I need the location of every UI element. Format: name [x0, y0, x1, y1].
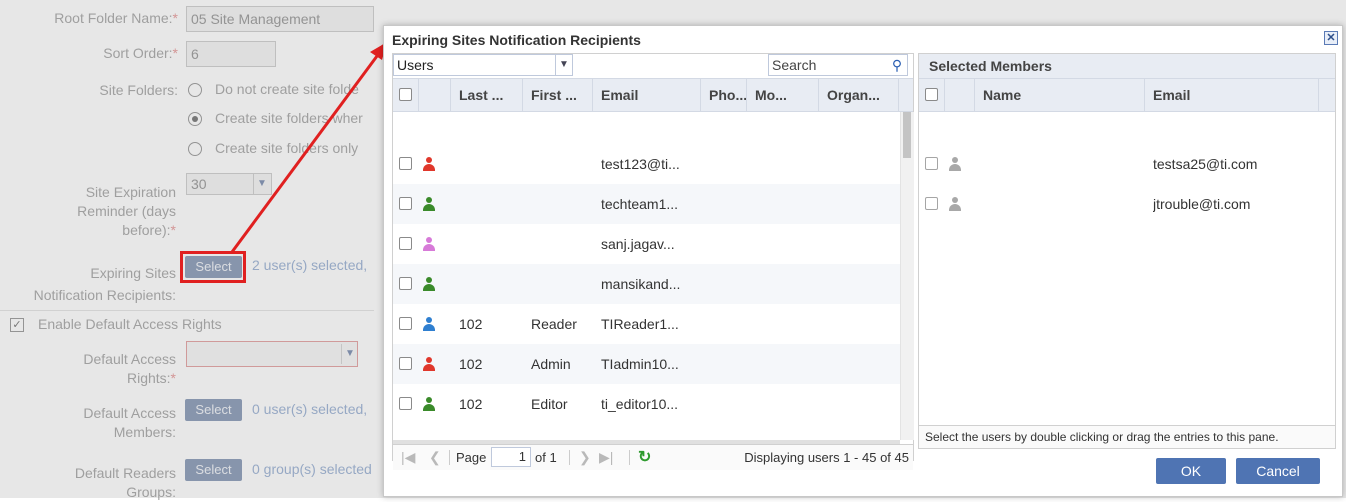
selected-members-pane: Selected Members Name Email testsa25@ti.…: [918, 53, 1336, 448]
search-icon[interactable]: ⚲: [889, 56, 905, 74]
cell-last-name: 102: [459, 356, 483, 372]
cell-first-name: Editor: [531, 396, 568, 412]
cell-first-name: Admin: [531, 356, 571, 372]
next-page-icon[interactable]: ❯: [579, 449, 591, 466]
row-checkbox[interactable]: [399, 237, 412, 250]
column-organization[interactable]: Organ...: [819, 79, 899, 111]
cell-email: jtrouble@ti.com: [1153, 196, 1251, 212]
scrollbar-thumb[interactable]: [903, 112, 911, 158]
column-first-name[interactable]: First ...: [523, 79, 593, 111]
users-pane: Users ▼ Search ⚲ Last ... First ... Emai…: [392, 53, 914, 470]
chevron-down-icon: ▼: [555, 55, 572, 75]
column-last-name[interactable]: Last ...: [451, 79, 523, 111]
selected-members-title: Selected Members: [919, 54, 1335, 78]
close-icon[interactable]: ✕: [1324, 31, 1338, 45]
vertical-scrollbar[interactable]: [900, 112, 914, 440]
pager-toolbar: |◀ ❮ Page 1 of 1 ❯ ▶| ↻ Displaying users…: [393, 444, 913, 470]
users-grid-header: Last ... First ... Email Pho... Mo... Or…: [393, 78, 913, 112]
table-row[interactable]: 102 Admin TIadmin10...: [393, 344, 900, 384]
page-of-label: of 1: [535, 450, 557, 465]
divider: [569, 450, 570, 465]
users-toolbar: Users ▼ Search ⚲: [393, 54, 913, 78]
ok-button[interactable]: OK: [1156, 458, 1226, 484]
cancel-button[interactable]: Cancel: [1236, 458, 1320, 484]
selected-row[interactable]: testsa25@ti.com: [919, 144, 1335, 184]
row-checkbox[interactable]: [399, 277, 412, 290]
row-checkbox[interactable]: [925, 157, 938, 170]
header-checkbox-cell: [919, 79, 945, 111]
table-row[interactable]: mansikand...: [393, 264, 900, 304]
user-icon: [423, 157, 435, 171]
column-email[interactable]: Email: [593, 79, 701, 111]
recipients-dialog: Expiring Sites Notification Recipients ✕…: [383, 25, 1343, 497]
column-email[interactable]: Email: [1145, 79, 1319, 111]
page-label: Page: [456, 450, 487, 465]
cell-email: mansikand...: [601, 276, 681, 292]
user-icon: [423, 237, 435, 251]
prev-page-icon[interactable]: ❮: [429, 449, 441, 466]
search-input[interactable]: Search ⚲: [768, 54, 908, 76]
select-all-checkbox[interactable]: [399, 88, 412, 101]
cell-email: TIReader1...: [601, 316, 679, 332]
cell-email: sanj.jagav...: [601, 236, 675, 252]
row-checkbox[interactable]: [399, 317, 412, 330]
header-checkbox-cell: [393, 79, 419, 111]
row-checkbox[interactable]: [925, 197, 938, 210]
user-icon: [423, 397, 435, 411]
select-all-selected-checkbox[interactable]: [925, 88, 938, 101]
table-row[interactable]: test123@ti...: [393, 144, 900, 184]
cell-first-name: Reader: [531, 316, 577, 332]
header-icon-cell: [419, 79, 451, 111]
divider: [449, 450, 450, 465]
cell-email: TIadmin10...: [601, 356, 679, 372]
selected-row[interactable]: jtrouble@ti.com: [919, 184, 1335, 224]
user-icon: [423, 277, 435, 291]
table-row[interactable]: techteam1...: [393, 184, 900, 224]
table-row[interactable]: 102 Reader TIReader1...: [393, 304, 900, 344]
cell-email: testsa25@ti.com: [1153, 156, 1258, 172]
selected-members-hint: Select the users by double clicking or d…: [918, 425, 1336, 449]
selected-grid-header: Name Email: [919, 78, 1335, 112]
table-row[interactable]: 102 Editor ti_editor10...: [393, 384, 900, 424]
column-mobile[interactable]: Mo...: [747, 79, 819, 111]
cell-email: ti_editor10...: [601, 396, 679, 412]
refresh-icon[interactable]: ↻: [638, 447, 651, 467]
displaying-count: Displaying users 1 - 45 of 45: [744, 450, 909, 465]
user-icon: [423, 317, 435, 331]
column-phone[interactable]: Pho...: [701, 79, 747, 111]
user-icon: [949, 197, 961, 211]
user-icon: [423, 357, 435, 371]
users-type-select[interactable]: Users ▼: [393, 54, 573, 76]
last-page-icon[interactable]: ▶|: [599, 449, 613, 466]
header-icon-cell: [945, 79, 975, 111]
divider: [629, 450, 630, 465]
dialog-title: Expiring Sites Notification Recipients: [392, 32, 641, 48]
cell-last-name: 102: [459, 316, 483, 332]
user-icon: [949, 157, 961, 171]
cell-email: test123@ti...: [601, 156, 680, 172]
row-checkbox[interactable]: [399, 397, 412, 410]
page-number-input[interactable]: 1: [491, 447, 531, 467]
table-row[interactable]: sanj.jagav...: [393, 224, 900, 264]
user-icon: [423, 197, 435, 211]
cell-last-name: 102: [459, 396, 483, 412]
cell-email: techteam1...: [601, 196, 679, 212]
row-checkbox[interactable]: [399, 357, 412, 370]
column-name[interactable]: Name: [975, 79, 1145, 111]
row-checkbox[interactable]: [399, 197, 412, 210]
first-page-icon[interactable]: |◀: [401, 449, 415, 466]
row-checkbox[interactable]: [399, 157, 412, 170]
